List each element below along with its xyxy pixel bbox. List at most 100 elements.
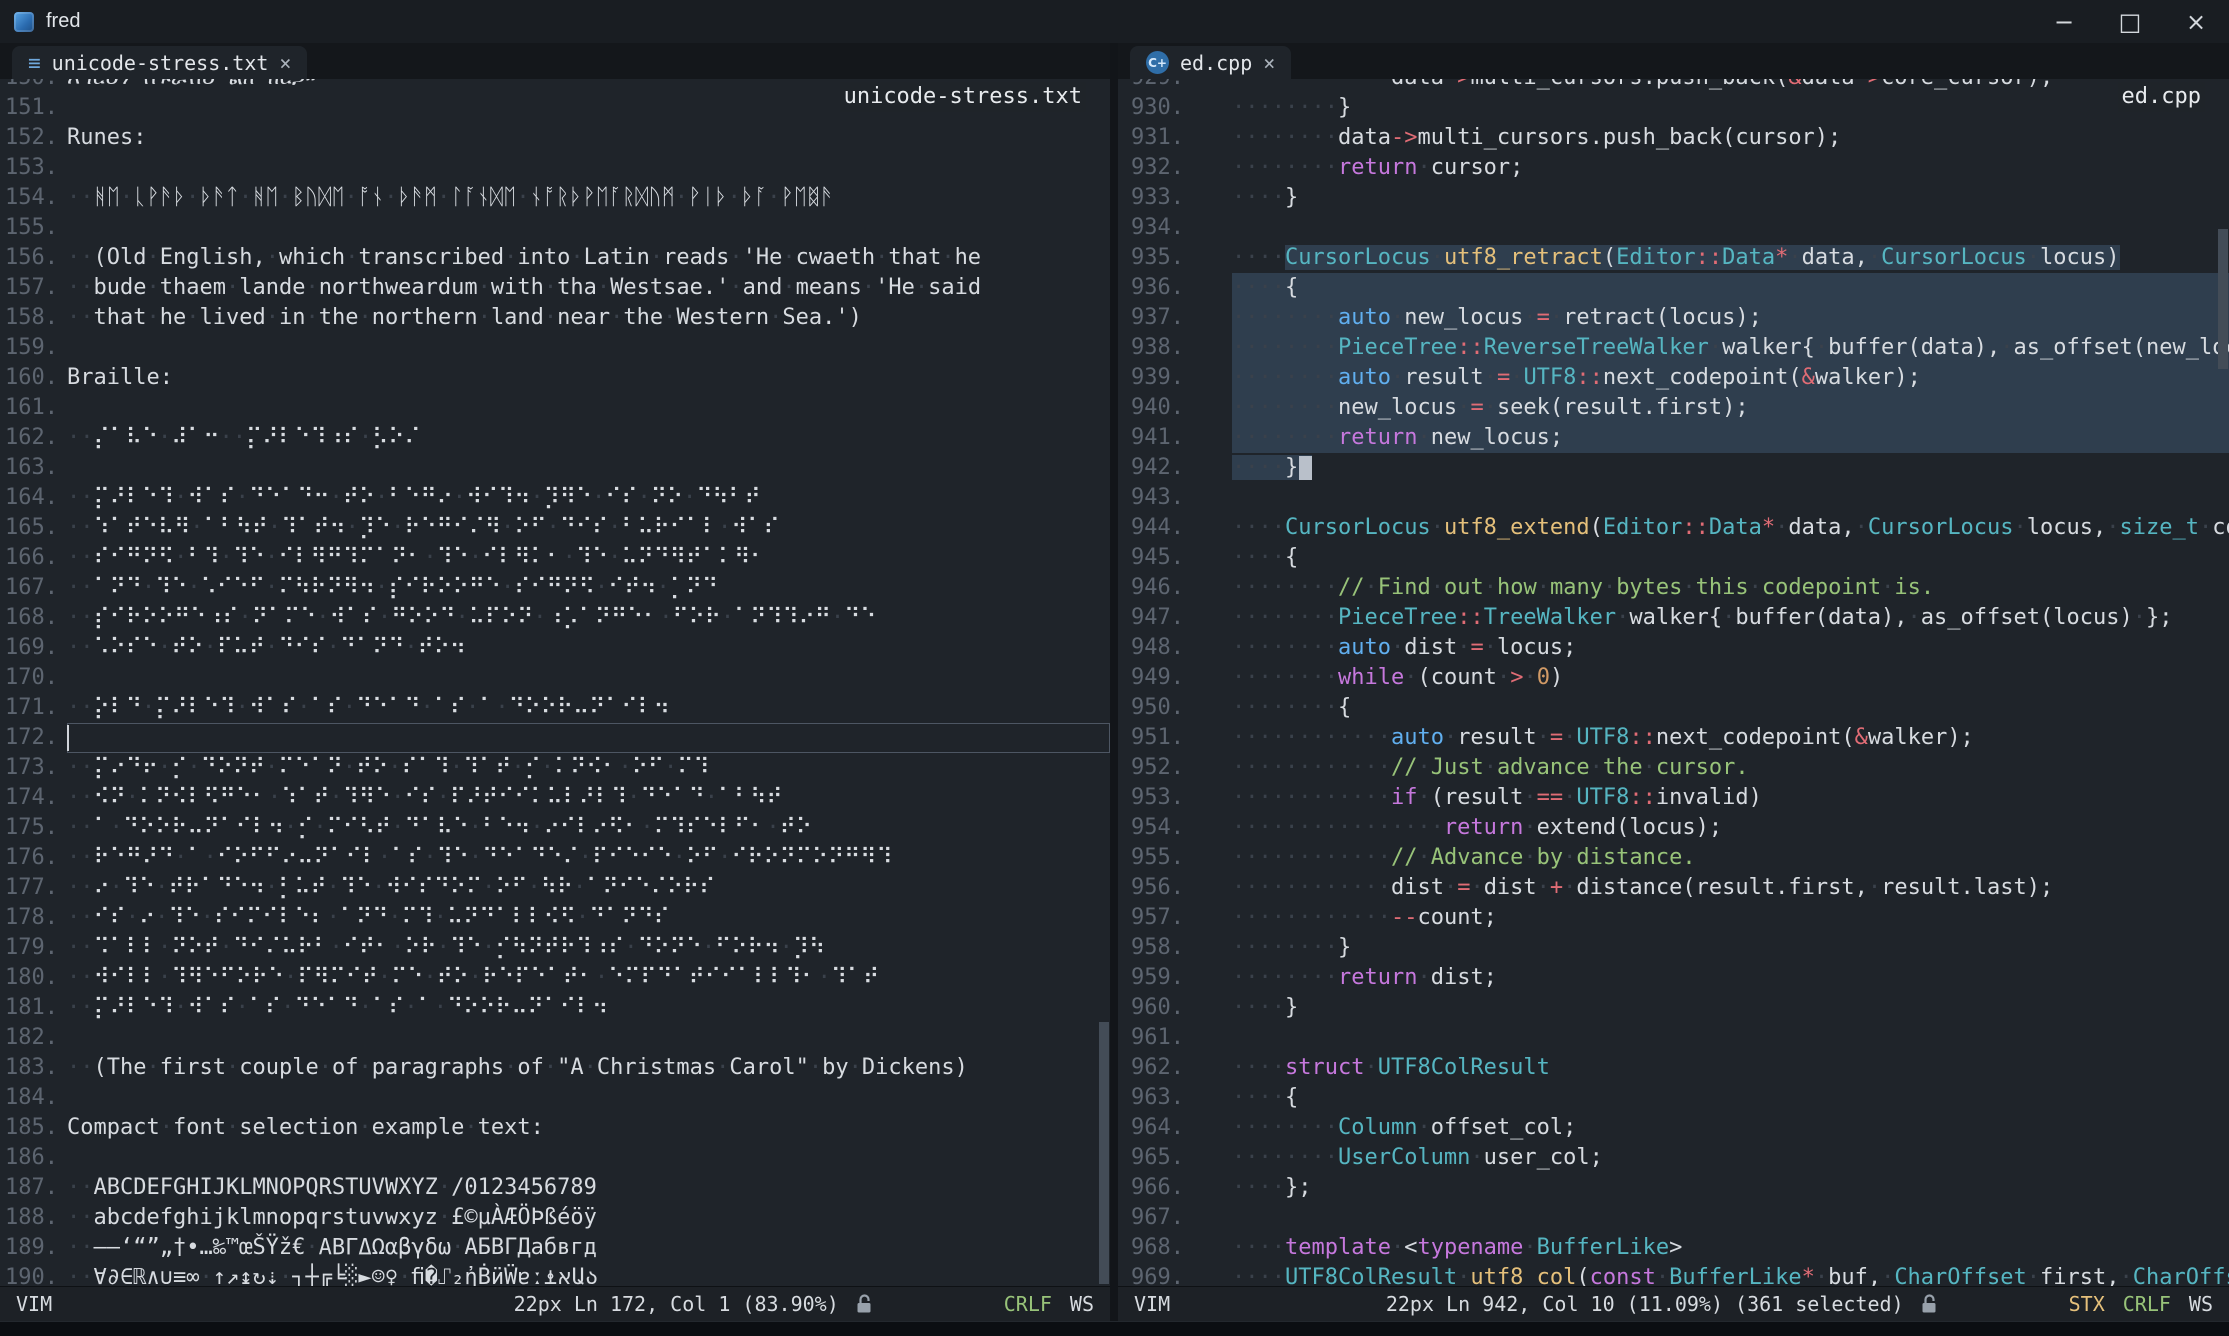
close-button[interactable]: ×	[2163, 0, 2229, 43]
code-line[interactable]: 947.········PieceTree::TreeWalker·walker…	[1118, 603, 2229, 633]
right-editor-content[interactable]: 929.············data->multi_cursors.push…	[1118, 79, 2229, 1286]
code-line[interactable]: 167.··⠁⠝⠙·⠹⠑·⠡⠊⠑⠋·⠍⠳⠗⠝⠻⠲·⡎⠊⠗⠕⠕⠛⠑·⠎⠊⠛⠝⠫·⠊…	[0, 573, 1110, 603]
code-line[interactable]: 171.··⡕⠇⠙·⡍⠜⠇⠑⠹·⠺⠁⠎·⠁⠎·⠙⠑⠁⠙·⠁⠎·⠁·⠙⠕⠕⠗⠤⠝⠁…	[0, 693, 1110, 723]
code-line[interactable]: 168.··⡎⠊⠗⠕⠕⠛⠑⠰⠎·⠝⠁⠍⠑·⠺⠁⠎·⠛⠕⠕⠙·⠥⠏⠕⠝·⠰⡡⠁⠝⠛…	[0, 603, 1110, 633]
code-line[interactable]: 184.	[0, 1083, 1110, 1113]
code-line[interactable]: 190.··∀∂∈ℝ∧∪≡∞·↑↗↨↻⇣·┐┼╔╘░►☺♀·ﬁ�⑀₂ἠḂӥẄɐː…	[0, 1263, 1110, 1286]
lock-open-icon[interactable]	[855, 1293, 874, 1315]
code-line[interactable]: 935.····CursorLocus·utf8_retract(Editor:…	[1118, 243, 2229, 273]
code-line[interactable]: 159.	[0, 333, 1110, 363]
left-scrollbar[interactable]	[1098, 79, 1110, 1286]
code-line[interactable]: 181.··⡍⠜⠇⠑⠹·⠺⠁⠎·⠁⠎·⠙⠑⠁⠙·⠁⠎·⠁·⠙⠕⠕⠗⠤⠝⠁⠊⠇⠲	[0, 993, 1110, 1023]
code-line[interactable]: 955.············//·Advance·by·distance.	[1118, 843, 2229, 873]
code-line[interactable]: 969.····UTF8ColResult·utf8_col(const·Buf…	[1118, 1263, 2229, 1286]
code-line[interactable]: 932.········return·cursor;	[1118, 153, 2229, 183]
code-line[interactable]: 929.············data->multi_cursors.push…	[1118, 79, 2229, 93]
code-line[interactable]: 950.········{	[1118, 693, 2229, 723]
code-line[interactable]: 946.········//·Find·out·how·many·bytes·t…	[1118, 573, 2229, 603]
code-line[interactable]: 185.Compact·font·selection·example·text:	[0, 1113, 1110, 1143]
code-line[interactable]: 165.··⠱⠁⠞⠑⠧⠻·⠁⠃⠳⠞·⠹⠁⠞⠲·⡹⠑·⠗⠑⠛⠊⠌⠻·⠕⠋·⠙⠊⠎·…	[0, 513, 1110, 543]
code-line[interactable]: 160.Braille:	[0, 363, 1110, 393]
code-line[interactable]: 163.	[0, 453, 1110, 483]
code-line[interactable]: 954.················return·extend(locus)…	[1118, 813, 2229, 843]
code-line[interactable]: 931.········data->multi_cursors.push_bac…	[1118, 123, 2229, 153]
code-line[interactable]: 957.············--count;	[1118, 903, 2229, 933]
code-line[interactable]: 933.····}	[1118, 183, 2229, 213]
tab-unicode-stress-txt[interactable]: ≡ unicode-stress.txt ×	[12, 46, 307, 79]
code-line[interactable]: 941.········return·new_locus;	[1118, 423, 2229, 453]
code-line[interactable]: 960.····}	[1118, 993, 2229, 1023]
code-line[interactable]: 930.········}	[1118, 93, 2229, 123]
tab-ed-cpp[interactable]: C+ ed.cpp ×	[1130, 46, 1291, 79]
code-line[interactable]: 949.········while·(count·>·0)	[1118, 663, 2229, 693]
code-line[interactable]: 179.··⠩⠁⠇⠇·⠝⠕⠞·⠙⠊⠌⠥⠗⠃·⠊⠞⠂·⠕⠗·⠹⠑·⡊⠳⠝⠞⠗⠹⠰⠎…	[0, 933, 1110, 963]
code-line[interactable]: 161.	[0, 393, 1110, 423]
minimize-button[interactable]: −	[2031, 0, 2097, 43]
code-line[interactable]: 186.	[0, 1143, 1110, 1173]
code-line[interactable]: 158.··that·he·lived·in·the·northern·land…	[0, 303, 1110, 333]
tab-close-icon[interactable]: ×	[1263, 51, 1275, 75]
tab-close-icon[interactable]: ×	[279, 51, 291, 75]
code-line[interactable]: 157.··bude·thaem·lande·northweardum·with…	[0, 273, 1110, 303]
left-editor-content[interactable]: 150.እግርህን·በፍራሽህ·ልክ·ዘርጋ።151.152.Runes:153…	[0, 79, 1110, 1286]
code-line[interactable]: 178.··⠊⠎·⠔·⠹⠑·⠎⠊⠍⠊⠇⠑⠆·⠁⠝⠙·⠍⠹·⠥⠝⠙⠁⠇⠇⠪⠫·⠙⠁…	[0, 903, 1110, 933]
right-scrollbar[interactable]	[2217, 79, 2229, 1286]
code-line[interactable]: 952.············//·Just·advance·the·curs…	[1118, 753, 2229, 783]
code-line[interactable]: 962.····struct·UTF8ColResult	[1118, 1053, 2229, 1083]
code-line[interactable]: 958.········}	[1118, 933, 2229, 963]
left-scrollbar-thumb[interactable]	[1099, 1022, 1109, 1284]
code-line[interactable]: 152.Runes:	[0, 123, 1110, 153]
code-line[interactable]: 942.····}	[1118, 453, 2229, 483]
code-line[interactable]: 154.··ᚻᛖ·ᚳᚹᚫᚦ·ᚦᚫᛏ·ᚻᛖ·ᛒᚢᛞᛖ·ᚩᚾ·ᚦᚫᛗ·ᛚᚪᚾᛞᛖ·ᚾ…	[0, 183, 1110, 213]
code-line[interactable]: 965.········UserColumn·user_col;	[1118, 1143, 2229, 1173]
code-line[interactable]: 153.	[0, 153, 1110, 183]
code-line[interactable]: 175.··⠁·⠙⠕⠕⠗⠤⠝⠁⠊⠇⠲·⡊·⠍⠊⠣⠞·⠙⠁⠧⠑·⠃⠑⠲·⠔⠊⠇⠔⠫…	[0, 813, 1110, 843]
code-line[interactable]: 937.········auto·new_locus·=·retract(loc…	[1118, 303, 2229, 333]
right-scrollbar-thumb[interactable]	[2218, 229, 2228, 369]
code-line[interactable]: 164.··⡍⠜⠇⠑⠹·⠺⠁⠎·⠙⠑⠁⠙⠒·⠞⠕·⠃⠑⠛⠔·⠺⠊⠹⠲·⡹⠻⠑·⠊…	[0, 483, 1110, 513]
code-line[interactable]: 177.··⠔·⠹⠑·⠞⠗⠁⠙⠑⠲·⡃⠥⠞·⠹⠑·⠺⠊⠎⠙⠕⠍·⠕⠋·⠳⠗·⠁⠝…	[0, 873, 1110, 903]
code-text: ········data->multi_cursors.push_back(cu…	[1232, 123, 2229, 153]
code-line[interactable]: 945.····{	[1118, 543, 2229, 573]
code-line[interactable]: 172.	[0, 723, 1110, 753]
code-line[interactable]: 951.············auto·result·=·UTF8::next…	[1118, 723, 2229, 753]
code-line[interactable]: 188.··abcdefghijklmnopqrstuvwxyz·£©µÀÆÖÞ…	[0, 1203, 1110, 1233]
code-line[interactable]: 173.··⡍⠔⠙⠖·⡊·⠙⠕⠝⠞·⠍⠑⠁⠝·⠞⠕·⠎⠁⠹·⠹⠁⠞·⡊·⠅⠝⠪⠂…	[0, 753, 1110, 783]
code-line[interactable]: 166.··⠎⠊⠛⠝⠫·⠃⠹·⠹⠑·⠊⠇⠻⠛⠹⠍⠁⠝⠂·⠹⠑·⠊⠇⠻⠅⠂·⠹⠑·…	[0, 543, 1110, 573]
title-bar[interactable]: fred − □ ×	[0, 0, 2229, 43]
code-line[interactable]: 967.	[1118, 1203, 2229, 1233]
code-line[interactable]: 187.··ABCDEFGHIJKLMNOPQRSTUVWXYZ·/012345…	[0, 1173, 1110, 1203]
maximize-button[interactable]: □	[2097, 0, 2163, 43]
code-line[interactable]: 938.········PieceTree::ReverseTreeWalker…	[1118, 333, 2229, 363]
code-line[interactable]: 961.	[1118, 1023, 2229, 1053]
left-eol-indicators: CRLF WS	[1004, 1292, 1094, 1316]
code-line[interactable]: 959.········return·dist;	[1118, 963, 2229, 993]
code-line[interactable]: 156.··(Old·English,·which·transcribed·in…	[0, 243, 1110, 273]
code-line[interactable]: 189.··–—‘“”„†•…‰™œŠŸž€·ΑΒΓΔΩαβγδω·АБВГДа…	[0, 1233, 1110, 1263]
code-line[interactable]: 966.····};	[1118, 1173, 2229, 1203]
line-number: 161.	[0, 393, 58, 423]
code-line[interactable]: 180.··⠺⠊⠇⠇·⠹⠻⠑⠋⠕⠗⠑·⠏⠻⠍⠊⠞·⠍⠑·⠞⠕·⠗⠑⠏⠑⠁⠞⠂·⠑…	[0, 963, 1110, 993]
code-line[interactable]: 944.····CursorLocus·utf8_extend(Editor::…	[1118, 513, 2229, 543]
lock-open-icon[interactable]	[1920, 1293, 1939, 1315]
code-line[interactable]: 934.	[1118, 213, 2229, 243]
code-line[interactable]: 174.··⠪⠝·⠅⠝⠪⠇⠫⠛⠑⠂·⠱⠁⠞·⠹⠻⠑·⠊⠎·⠏⠜⠞⠊⠊⠅⠥⠇⠜⠇⠹…	[0, 783, 1110, 813]
code-line[interactable]: 948.········auto·dist·=·locus;	[1118, 633, 2229, 663]
code-line[interactable]: 183.··(The·first·couple·of·paragraphs·of…	[0, 1053, 1110, 1083]
code-line[interactable]: 956.············dist·=·dist·+·distance(r…	[1118, 873, 2229, 903]
code-line[interactable]: 968.····template·<typename·BufferLike>	[1118, 1233, 2229, 1263]
code-line[interactable]: 939.········auto·result·=·UTF8::next_cod…	[1118, 363, 2229, 393]
pane-splitter[interactable]	[1110, 43, 1118, 1321]
code-line[interactable]: 940.········new_locus·=·seek(result.firs…	[1118, 393, 2229, 423]
code-line[interactable]: 964.········Column·offset_col;	[1118, 1113, 2229, 1143]
code-line[interactable]: 182.	[0, 1023, 1110, 1053]
code-line[interactable]: 170.	[0, 663, 1110, 693]
code-line[interactable]: 963.····{	[1118, 1083, 2229, 1113]
code-line[interactable]: 953.············if·(result·==·UTF8::inva…	[1118, 783, 2229, 813]
code-line[interactable]: 936.····{	[1118, 273, 2229, 303]
code-line[interactable]: 162.··⡌⠁⠧⠑·⠼⠁⠒··⡍⠜⠇⠑⠹⠰⠎·⡣⠕⠌	[0, 423, 1110, 453]
code-line[interactable]: 169.··⠡⠕⠎⠑·⠞⠕·⠏⠥⠞·⠙⠊⠎·⠙⠁⠝⠙·⠞⠕⠲	[0, 633, 1110, 663]
code-line[interactable]: 943.	[1118, 483, 2229, 513]
code-line[interactable]: 155.	[0, 213, 1110, 243]
code-line[interactable]: 176.··⠗⠑⠛⠜⠙·⠁·⠊⠕⠋⠋⠔⠤⠝⠁⠊⠇·⠁⠎·⠹⠑·⠙⠑⠁⠙⠑⠌·⠏⠊…	[0, 843, 1110, 873]
